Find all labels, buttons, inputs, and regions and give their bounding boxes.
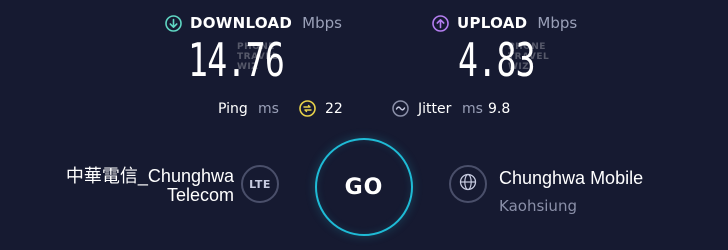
download-arrow-icon xyxy=(165,14,182,32)
server-name[interactable]: Chunghwa Mobile xyxy=(499,168,643,188)
server-location: Kaohsiung xyxy=(499,197,577,215)
isp-name: 中華電信_Chunghwa Telecom xyxy=(34,167,234,205)
download-label: DOWNLOAD xyxy=(190,14,293,32)
upload-unit: Mbps xyxy=(537,14,578,32)
ping-unit: ms xyxy=(258,101,279,117)
ping-label: Ping xyxy=(218,101,248,117)
go-button-label: GO xyxy=(344,174,384,200)
isp-name-line2: Telecom xyxy=(166,185,234,205)
ping-value: 22 xyxy=(325,101,343,117)
connection-type-badge[interactable]: LTE xyxy=(241,165,279,203)
go-button[interactable]: GO xyxy=(315,138,413,236)
upload-arrow-icon xyxy=(432,14,449,32)
server-select-button[interactable] xyxy=(449,165,487,203)
isp-name-line1: 中華電信_Chunghwa xyxy=(65,166,234,186)
globe-icon xyxy=(459,173,477,195)
upload-label: UPLOAD xyxy=(457,14,528,32)
ping-icon xyxy=(299,100,316,121)
jitter-label: Jitter xyxy=(418,101,452,117)
jitter-icon xyxy=(392,100,409,121)
download-unit: Mbps xyxy=(302,14,342,32)
jitter-unit: ms xyxy=(462,101,483,117)
download-watermark: PHONE TRAVEL WIZ xyxy=(237,42,279,72)
download-header: DOWNLOAD Mbps xyxy=(165,14,342,32)
lte-label: LTE xyxy=(249,177,271,191)
jitter-value: 9.8 xyxy=(488,101,511,117)
upload-watermark: PHONE TRAVEL WIZ xyxy=(508,42,550,72)
upload-header: UPLOAD Mbps xyxy=(432,14,577,32)
